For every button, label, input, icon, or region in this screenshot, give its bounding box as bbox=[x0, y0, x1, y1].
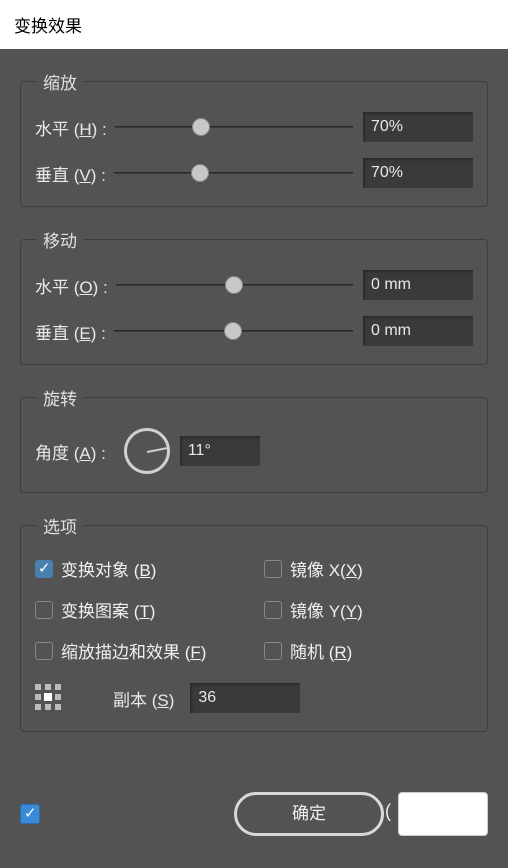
move-h-slider[interactable] bbox=[116, 275, 353, 295]
rotate-legend: 旋转 bbox=[37, 385, 83, 410]
slider-thumb[interactable] bbox=[224, 322, 242, 340]
scale-h-label: 水平 (H) : bbox=[35, 115, 107, 140]
checkbox-icon[interactable] bbox=[35, 642, 53, 660]
move-v-slider[interactable] bbox=[114, 321, 353, 341]
move-h-label: 水平 (O) : bbox=[35, 273, 108, 298]
slider-thumb[interactable] bbox=[225, 276, 243, 294]
rotate-row: 角度 (A) : bbox=[35, 428, 473, 474]
copies-label: 副本 (S) bbox=[113, 686, 174, 711]
scale-h-input[interactable] bbox=[363, 112, 473, 142]
options-group: 选项 变换对象 (B) 镜像 X(X) 变换图案 (T) 镜像 Y(Y) 缩放描… bbox=[20, 513, 488, 732]
scale-v-row: 垂直 (V) : bbox=[35, 158, 473, 188]
opt-reflect-x[interactable]: 镜像 X(X) bbox=[264, 556, 473, 581]
slider-thumb[interactable] bbox=[192, 118, 210, 136]
copies-input[interactable] bbox=[190, 683, 300, 713]
opt-scale-strokes[interactable]: 缩放描边和效果 (F) bbox=[35, 638, 244, 663]
ok-button[interactable]: 确定 bbox=[234, 792, 384, 836]
preview-checkbox[interactable] bbox=[20, 804, 40, 824]
anchor-copies-row: 副本 (S) bbox=[35, 683, 473, 713]
move-h-row: 水平 (O) : bbox=[35, 270, 473, 300]
checkbox-icon[interactable] bbox=[264, 642, 282, 660]
checkbox-label: 镜像 X(X) bbox=[290, 556, 363, 581]
opt-reflect-y[interactable]: 镜像 Y(Y) bbox=[264, 597, 473, 622]
angle-dial-hand bbox=[147, 447, 169, 453]
scale-h-row: 水平 (H) : bbox=[35, 112, 473, 142]
move-h-input[interactable] bbox=[363, 270, 473, 300]
rotate-input[interactable] bbox=[180, 436, 260, 466]
move-legend: 移动 bbox=[37, 227, 83, 252]
opt-transform-pattern[interactable]: 变换图案 (T) bbox=[35, 597, 244, 622]
scale-v-input[interactable] bbox=[363, 158, 473, 188]
bottom-bar: 确定 bbox=[0, 772, 508, 856]
checkbox-label: 随机 (R) bbox=[290, 638, 352, 663]
slider-thumb[interactable] bbox=[191, 164, 209, 182]
copies-wrap: 副本 (S) bbox=[113, 683, 300, 713]
move-v-input[interactable] bbox=[363, 316, 473, 346]
checkbox-icon[interactable] bbox=[264, 601, 282, 619]
options-grid: 变换对象 (B) 镜像 X(X) 变换图案 (T) 镜像 Y(Y) 缩放描边和效… bbox=[35, 556, 473, 663]
checkbox-label: 缩放描边和效果 (F) bbox=[61, 638, 206, 663]
rotate-label: 角度 (A) : bbox=[35, 439, 106, 464]
checkbox-label: 变换图案 (T) bbox=[61, 597, 155, 622]
cancel-button[interactable] bbox=[398, 792, 488, 836]
move-group: 移动 水平 (O) : 垂直 (E) : bbox=[20, 227, 488, 365]
scale-h-slider[interactable] bbox=[115, 117, 353, 137]
angle-dial[interactable] bbox=[124, 428, 170, 474]
scale-v-label: 垂直 (V) : bbox=[35, 161, 106, 186]
anchor-point-selector[interactable] bbox=[35, 684, 63, 712]
rotate-group: 旋转 角度 (A) : bbox=[20, 385, 488, 493]
scale-legend: 缩放 bbox=[37, 69, 83, 94]
checkbox-icon[interactable] bbox=[35, 601, 53, 619]
dialog-title: 变换效果 bbox=[0, 0, 508, 49]
move-v-row: 垂直 (E) : bbox=[35, 316, 473, 346]
dialog-title-text: 变换效果 bbox=[14, 17, 82, 36]
scale-v-slider[interactable] bbox=[114, 163, 353, 183]
checkbox-label: 变换对象 (B) bbox=[61, 556, 156, 581]
opt-transform-object[interactable]: 变换对象 (B) bbox=[35, 556, 244, 581]
checkbox-label: 镜像 Y(Y) bbox=[290, 597, 363, 622]
checkbox-icon[interactable] bbox=[264, 560, 282, 578]
move-v-label: 垂直 (E) : bbox=[35, 319, 106, 344]
opt-random[interactable]: 随机 (R) bbox=[264, 638, 473, 663]
options-legend: 选项 bbox=[37, 513, 83, 538]
dialog-content: 缩放 水平 (H) : 垂直 (V) : 移动 bbox=[0, 49, 508, 772]
checkbox-icon[interactable] bbox=[35, 560, 53, 578]
scale-group: 缩放 水平 (H) : 垂直 (V) : bbox=[20, 69, 488, 207]
